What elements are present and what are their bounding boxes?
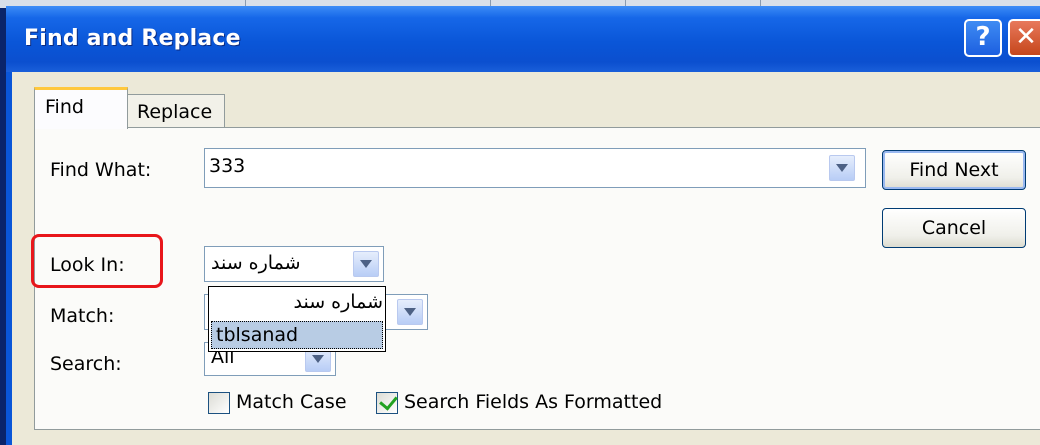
look-in-value: شماره سند <box>211 252 301 274</box>
list-item-selected[interactable]: tblsanad <box>211 321 383 349</box>
find-what-label: Find What: <box>50 159 152 181</box>
match-label: Match: <box>50 305 115 327</box>
chevron-down-icon <box>360 260 372 268</box>
tab-find[interactable]: Find <box>34 87 128 129</box>
close-button[interactable]: ✕ <box>1008 19 1040 57</box>
annotation-highlight-box <box>31 234 163 288</box>
checkmark-icon <box>379 391 398 411</box>
match-dropdown-button[interactable] <box>397 299 423 325</box>
dialog-client-area: Find Replace Find What: 333 Find Next Ca… <box>12 72 1040 445</box>
find-what-combobox[interactable]: 333 <box>204 148 866 188</box>
match-case-label: Match Case <box>236 391 347 413</box>
find-what-value: 333 <box>209 155 246 177</box>
find-replace-dialog: Find and Replace ? ✕ Find Replace Find W… <box>6 6 1040 445</box>
help-button[interactable]: ? <box>964 19 1002 57</box>
search-fields-formatted-label: Search Fields As Formatted <box>404 391 663 413</box>
search-fields-formatted-checkbox[interactable] <box>376 391 398 414</box>
cancel-button[interactable]: Cancel <box>882 208 1026 248</box>
list-item[interactable]: شماره سند <box>211 289 384 317</box>
title-bar[interactable]: Find and Replace ? ✕ <box>6 6 1040 72</box>
look-in-combobox[interactable]: شماره سند <box>204 246 384 282</box>
look-in-dropdown-list: شماره سند tblsanad <box>208 286 386 352</box>
chevron-down-icon <box>836 164 848 172</box>
chevron-down-icon <box>404 308 416 316</box>
find-what-dropdown-button[interactable] <box>829 155 855 181</box>
chevron-down-icon <box>312 355 324 363</box>
find-next-button[interactable]: Find Next <box>882 150 1026 190</box>
window-title: Find and Replace <box>24 26 241 51</box>
search-label: Search: <box>50 353 122 375</box>
match-case-checkbox[interactable] <box>208 392 230 414</box>
look-in-dropdown-button[interactable] <box>353 251 379 277</box>
